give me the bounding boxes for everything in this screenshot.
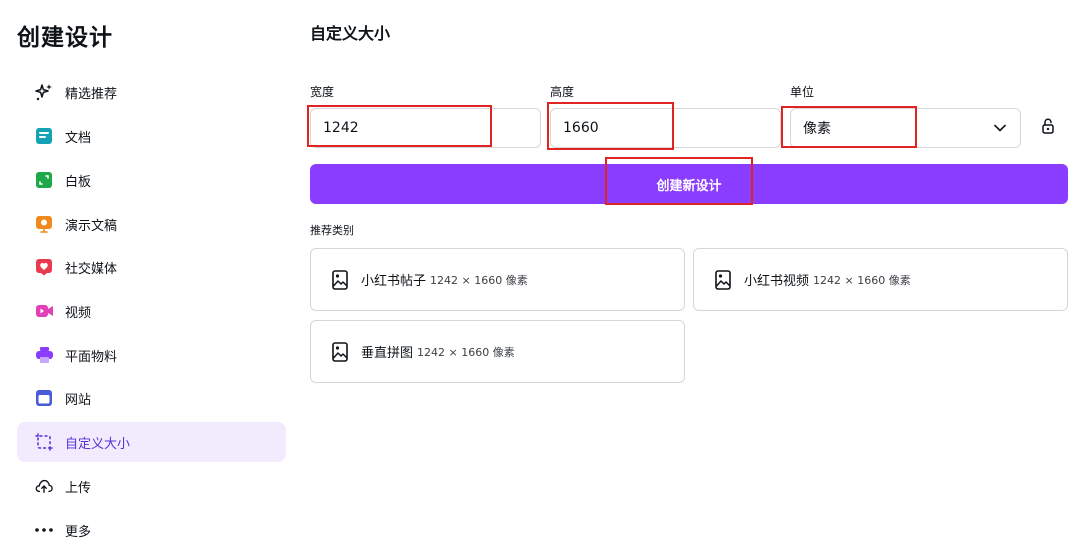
sidebar-item-label: 演示文稿 [65, 218, 118, 234]
unit-label: 单位 [790, 85, 815, 99]
card-name: 小红书视频 [744, 274, 810, 289]
sidebar-item-label: 自定义大小 [65, 436, 131, 452]
image-icon [331, 341, 349, 362]
document-icon [35, 127, 53, 145]
recommended-card[interactable]: 小红书视频 1242 × 1660 像素 [693, 248, 1068, 311]
width-field[interactable] [310, 108, 541, 148]
section-title: 自定义大小 [310, 24, 391, 43]
presentation-icon [35, 215, 53, 233]
unit-select[interactable]: 像素 [790, 108, 1021, 148]
sidebar-item-featured[interactable]: 精选推荐 [17, 72, 286, 112]
height-label: 高度 [550, 85, 575, 99]
sidebar-item-label: 社交媒体 [65, 261, 118, 277]
sidebar-item-document[interactable]: 文档 [17, 116, 286, 156]
recommended-card[interactable]: 小红书帖子 1242 × 1660 像素 [310, 248, 685, 311]
sidebar-item-label: 视频 [65, 305, 92, 321]
sidebar-item-label: 精选推荐 [65, 86, 118, 102]
card-name: 小红书帖子 [361, 274, 427, 289]
sidebar-item-label: 网站 [65, 392, 92, 408]
create-design-button[interactable]: 创建新设计 [310, 164, 1068, 204]
sidebar-item-presentation[interactable]: 演示文稿 [17, 204, 286, 244]
sparkle-icon [35, 83, 53, 101]
printer-icon [35, 346, 53, 364]
sidebar-item-print[interactable]: 平面物料 [17, 335, 286, 375]
height-input[interactable] [563, 120, 780, 136]
sidebar-item-custom-size[interactable]: 自定义大小 [17, 422, 286, 462]
sidebar: 创建设计 精选推荐 文档 白板 演示文稿 社交媒体 视频 平面物料 网站 自定义… [0, 0, 300, 554]
sidebar-item-website[interactable]: 网站 [17, 378, 286, 418]
cloud-upload-icon [35, 477, 53, 495]
sidebar-item-label: 上传 [65, 480, 92, 496]
chevron-down-icon [994, 120, 1006, 136]
height-field[interactable] [550, 108, 781, 148]
page-title: 创建设计 [17, 25, 113, 51]
sidebar-item-label: 白板 [65, 174, 92, 190]
sidebar-item-more[interactable]: 更多 [17, 510, 286, 550]
website-icon [35, 389, 53, 407]
card-dimensions: 1242 × 1660 像素 [430, 273, 528, 287]
sidebar-item-label: 文档 [65, 130, 92, 146]
sidebar-item-whiteboard[interactable]: 白板 [17, 160, 286, 200]
sidebar-item-social-media[interactable]: 社交媒体 [17, 247, 286, 287]
recommended-label: 推荐类别 [310, 224, 354, 237]
recommended-card[interactable]: 垂直拼图 1242 × 1660 像素 [310, 320, 685, 383]
card-dimensions: 1242 × 1660 像素 [417, 345, 515, 359]
more-icon [35, 521, 53, 539]
sidebar-item-label: 平面物料 [65, 349, 118, 365]
image-icon [331, 269, 349, 290]
lock-ratio-button[interactable] [1038, 118, 1058, 138]
image-icon [714, 269, 732, 290]
width-label: 宽度 [310, 85, 335, 99]
sidebar-item-label: 更多 [65, 524, 92, 540]
custom-size-icon [35, 433, 53, 451]
unlock-icon [1042, 118, 1054, 138]
unit-value: 像素 [803, 121, 831, 137]
heart-icon [35, 258, 53, 276]
card-name: 垂直拼图 [361, 346, 414, 361]
width-input[interactable] [323, 120, 540, 136]
sidebar-item-video[interactable]: 视频 [17, 291, 286, 331]
card-dimensions: 1242 × 1660 像素 [813, 273, 911, 287]
sidebar-item-upload[interactable]: 上传 [17, 466, 286, 506]
video-icon [35, 302, 53, 320]
whiteboard-icon [35, 171, 53, 189]
